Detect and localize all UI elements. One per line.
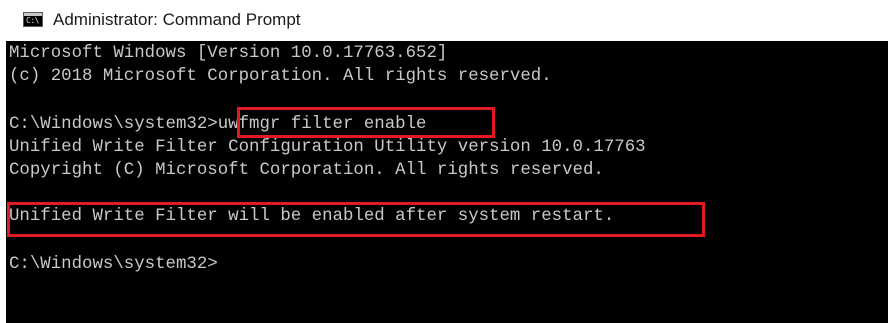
command-highlight-box [237, 107, 495, 138]
console-line-version: Microsoft Windows [Version 10.0.17763.65… [9, 44, 448, 63]
console-line-utility-copyright: Copyright (C) Microsoft Corporation. All… [9, 161, 604, 180]
window-title: Administrator: Command Prompt [53, 10, 301, 29]
restart-message-highlight-box [7, 202, 705, 237]
console-line-copyright: (c) 2018 Microsoft Corporation. All righ… [9, 67, 552, 86]
cmd-icon: C:\ [23, 12, 43, 27]
console-output[interactable]: Microsoft Windows [Version 10.0.17763.65… [6, 41, 888, 323]
title-bar[interactable]: C:\ Administrator: Command Prompt [0, 0, 888, 40]
command-prompt-window: C:\ Administrator: Command Prompt Micros… [0, 0, 888, 323]
console-line-utility-version: Unified Write Filter Configuration Utili… [9, 138, 646, 157]
cmd-icon-glyph: C:\ [26, 16, 39, 25]
console-line-prompt: C:\Windows\system32> [9, 255, 218, 274]
